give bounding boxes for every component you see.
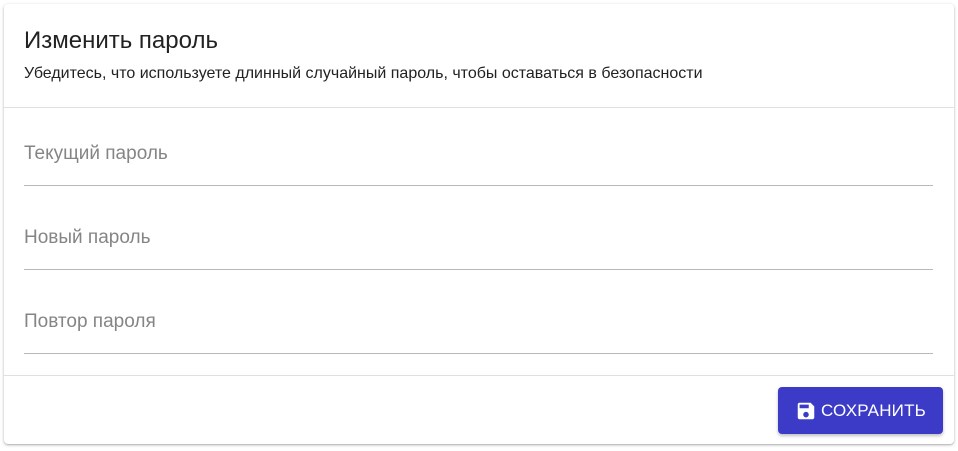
card-header: Изменить пароль Убедитесь, что используе… [4,4,954,108]
current-password-field [24,130,933,186]
page-title: Изменить пароль [24,27,218,54]
save-button-label: СОХРАНИТЬ [820,400,927,420]
new-password-field [24,214,933,270]
repeat-password-field [24,298,933,354]
save-icon [795,400,817,422]
save-button[interactable]: СОХРАНИТЬ [778,387,943,434]
new-password-input[interactable] [24,214,933,269]
change-password-card: Изменить пароль Убедитесь, что используе… [4,4,954,444]
page-subtitle: Убедитесь, что используете длинный случа… [24,65,703,82]
repeat-password-input[interactable] [24,298,933,353]
current-password-input[interactable] [24,130,933,185]
card-footer: СОХРАНИТЬ [4,375,954,444]
